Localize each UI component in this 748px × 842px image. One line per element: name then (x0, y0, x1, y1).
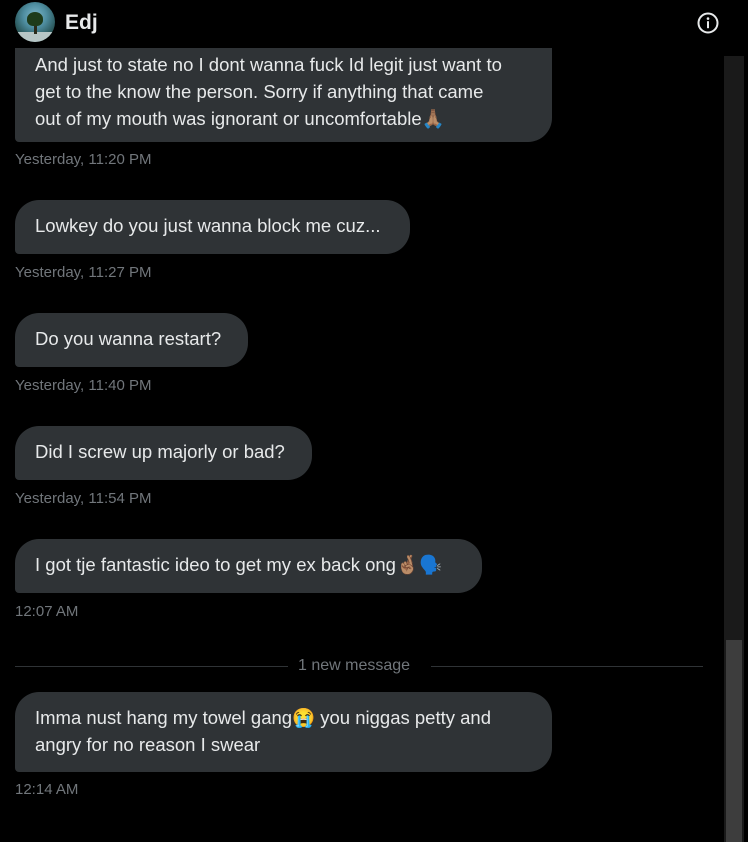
message-timestamp: 12:14 AM (15, 781, 79, 798)
message-bubble[interactable]: And just to state no I dont wanna fuck I… (15, 48, 552, 142)
message-text-line: Imma nust hang my towel gang😭 you niggas… (35, 707, 491, 728)
message-timestamp: Yesterday, 11:27 PM (15, 264, 152, 281)
message-timestamp: Yesterday, 11:40 PM (15, 377, 152, 394)
info-icon[interactable] (697, 12, 719, 34)
message-bubble[interactable]: Imma nust hang my towel gang😭 you niggas… (15, 692, 552, 772)
divider-line-left (15, 666, 288, 667)
message-text-line: I got tje fantastic ideo to get my ex ba… (35, 554, 443, 575)
message-timestamp: Yesterday, 11:54 PM (15, 490, 152, 507)
message-text-line: Lowkey do you just wanna block me cuz... (35, 215, 381, 236)
message-text-line: Did I screw up majorly or bad? (35, 441, 285, 462)
message-bubble[interactable]: I got tje fantastic ideo to get my ex ba… (15, 539, 482, 593)
message-bubble[interactable]: Do you wanna restart? (15, 313, 248, 367)
message-bubble[interactable]: Lowkey do you just wanna block me cuz... (15, 200, 410, 254)
conversation-header: Edj (0, 0, 748, 48)
scrollbar-thumb[interactable] (726, 640, 742, 842)
message-text-line: angry for no reason I swear (35, 734, 261, 755)
message-text-line: Do you wanna restart? (35, 328, 222, 349)
new-message-divider: 1 new message (298, 657, 411, 674)
message-bubble[interactable]: Did I screw up majorly or bad? (15, 426, 312, 480)
message-text-line: out of my mouth was ignorant or uncomfor… (35, 108, 445, 129)
message-list: And just to state no I dont wanna fuck I… (0, 0, 724, 842)
message-text-line: And just to state no I dont wanna fuck I… (35, 54, 502, 75)
divider-line-right (431, 666, 703, 667)
message-text-line: get to the know the person. Sorry if any… (35, 81, 484, 102)
message-timestamp: 12:07 AM (15, 603, 79, 620)
avatar[interactable] (15, 2, 55, 42)
message-timestamp: Yesterday, 11:20 PM (15, 151, 152, 168)
conversation-title[interactable]: Edj (65, 11, 98, 35)
